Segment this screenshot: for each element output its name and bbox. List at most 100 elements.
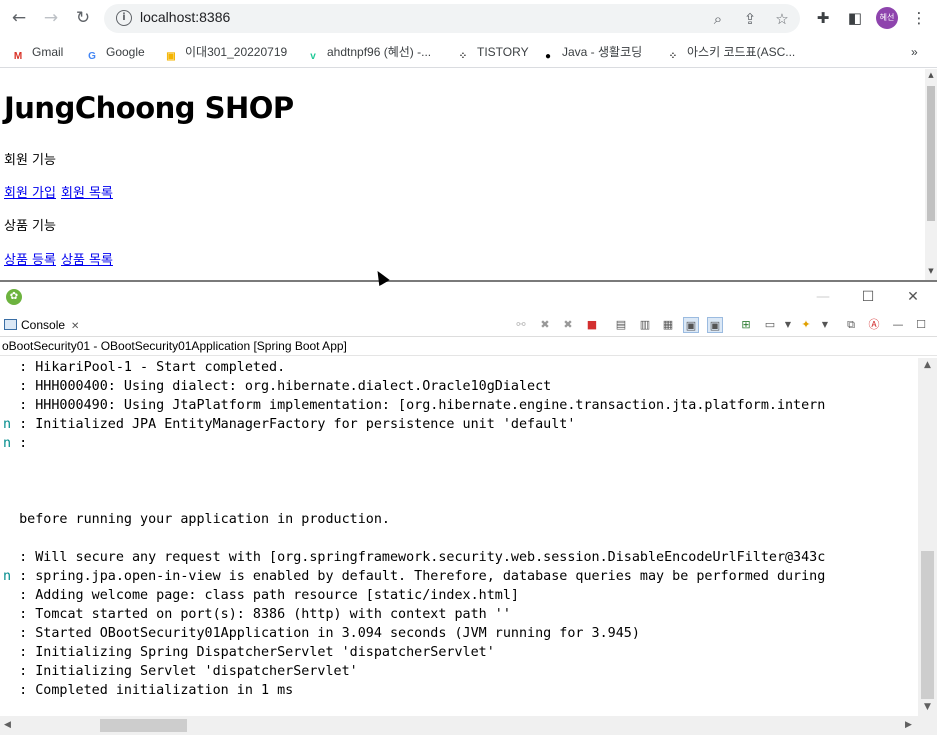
log-prefix [3, 588, 11, 603]
remove-all-icon[interactable]: ✖ [560, 317, 576, 333]
bookmark-item[interactable]: v ahdtnpf96 (혜선) -... [305, 43, 431, 62]
scroll-right-arrow-icon[interactable]: ▶ [905, 716, 912, 735]
extensions-icon[interactable]: ✚ [812, 7, 834, 29]
forward-arrow-icon[interactable]: → [40, 7, 62, 29]
scroll-thumb[interactable] [927, 86, 935, 221]
back-arrow-icon[interactable]: ← [8, 7, 30, 29]
log-prefix [3, 664, 11, 679]
clear-console-icon[interactable]: ▤ [613, 317, 629, 333]
log-text: : Completed initialization in 1 ms [19, 683, 294, 698]
bookmark-item[interactable]: ▣ 이대301_20220719 [163, 43, 288, 62]
disconnect-icon[interactable]: ⚯ [513, 317, 529, 333]
separator [0, 355, 937, 356]
web-page: JungChoong SHOP 회원 기능 회원 가입 회원 목록 상품 기능 상… [0, 69, 937, 281]
console-line: : Adding welcome page: class path resour… [3, 586, 519, 605]
console-line: : Initializing Spring DispatcherServlet … [3, 643, 495, 662]
console-output[interactable]: : HikariPool-1 - Start completed. : HHH0… [0, 358, 918, 716]
bookmark-label: TISTORY [477, 45, 529, 59]
scroll-down-arrow-icon[interactable]: ▼ [918, 702, 937, 712]
view-maximize-icon[interactable]: ☐ [913, 317, 929, 333]
copy-icon[interactable]: ⧉ [843, 317, 859, 333]
side-panel-icon[interactable]: ◧ [844, 7, 866, 29]
product-list-link[interactable]: 상품 목록 [61, 253, 113, 268]
log-text: : Tomcat started on port(s): 8386 (http)… [19, 607, 511, 622]
console-line: : Completed initialization in 1 ms [3, 681, 293, 700]
minimize-icon[interactable]: — [812, 286, 834, 308]
more-bookmarks-icon[interactable]: » [911, 43, 918, 61]
log-text: : HikariPool-1 - Start completed. [19, 360, 286, 375]
member-list-link[interactable]: 회원 목록 [61, 186, 113, 201]
bookmark-item[interactable]: G Google [84, 43, 145, 62]
console-line: : HikariPool-1 - Start completed. [3, 358, 285, 377]
gmail-icon: M [13, 51, 23, 62]
spring-boot-icon[interactable]: Ⓐ [866, 317, 882, 333]
console-vertical-scrollbar[interactable]: ▲ ▼ [918, 358, 937, 716]
log-text: : Started OBootSecurity01Application in … [19, 626, 640, 641]
scroll-up-arrow-icon[interactable]: ▲ [925, 71, 937, 79]
scroll-lock-icon[interactable]: ▥ [637, 317, 653, 333]
member-links: 회원 가입 회원 목록 [4, 182, 118, 201]
zoom-icon[interactable]: ⌕ [708, 9, 728, 29]
info-icon[interactable]: i [116, 10, 132, 26]
chevron-down-icon[interactable]: ▼ [817, 317, 833, 333]
log-text: : HHH000400: Using dialect: org.hibernat… [19, 379, 552, 394]
log-prefix [3, 398, 11, 413]
terminate-icon[interactable]: ■ [584, 317, 600, 333]
share-icon[interactable]: ⇪ [740, 9, 760, 29]
scroll-thumb[interactable] [100, 719, 187, 732]
console-line: before running your application in produ… [3, 510, 390, 529]
bookmark-item[interactable]: ⁘ TISTORY [455, 43, 529, 62]
address-bar[interactable]: i localhost:8386 ⌕ ⇪ ☆ [104, 4, 800, 33]
show-stderr-icon[interactable]: ▣ [707, 317, 723, 333]
bookmark-item[interactable]: ⁘ 아스키 코드표(ASC... [665, 43, 795, 62]
log-text: : Will secure any request with [org.spri… [19, 550, 826, 565]
log-prefix [3, 683, 11, 698]
close-icon[interactable]: ✕ [902, 286, 924, 308]
scroll-left-arrow-icon[interactable]: ◀ [4, 716, 11, 735]
bookmarks-bar: M Gmail G Google ▣ 이대301_20220719 v ahdtnpf96 (… [0, 36, 937, 68]
open-console-icon[interactable]: ✦ [798, 317, 814, 333]
word-wrap-icon[interactable]: ▦ [660, 317, 676, 333]
log-text: before running your application in produ… [11, 512, 390, 527]
spring-leaf-icon: ✿ [6, 289, 22, 305]
remove-launch-icon[interactable]: ✖ [537, 317, 553, 333]
bookmark-label: 이대301_20220719 [185, 45, 288, 59]
signup-link[interactable]: 회원 가입 [4, 186, 56, 201]
console-line: : Initializing Servlet 'dispatcherServle… [3, 662, 358, 681]
console-line: : Will secure any request with [org.spri… [3, 548, 825, 567]
console-line: : Started OBootSecurity01Application in … [3, 624, 640, 643]
show-stdout-icon[interactable]: ▣ [683, 317, 699, 333]
maximize-icon[interactable]: ☐ [857, 286, 879, 308]
scroll-up-arrow-icon[interactable]: ▲ [918, 360, 937, 370]
profile-avatar[interactable]: 혜선 [876, 7, 898, 29]
log-prefix: n [3, 569, 12, 584]
scroll-down-arrow-icon[interactable]: ▼ [925, 267, 937, 275]
product-register-link[interactable]: 상품 등록 [4, 253, 56, 268]
bookmark-label: Java - 생활코딩 [562, 45, 643, 59]
log-text: : Initializing Servlet 'dispatcherServle… [19, 664, 358, 679]
console-horizontal-scrollbar[interactable]: ◀ ▶ [0, 716, 918, 735]
bookmark-item[interactable]: ● Java - 생활코딩 [540, 43, 643, 62]
reload-icon[interactable]: ↻ [72, 7, 94, 29]
pin-console-icon[interactable]: ⊞ [738, 317, 754, 333]
log-prefix [3, 607, 11, 622]
classroom-icon: ▣ [166, 51, 176, 62]
web-page-scrollbar[interactable]: ▲ ▼ [925, 69, 937, 281]
tistory-icon: ⁘ [458, 51, 468, 62]
console-tab-label: Console [21, 318, 66, 332]
tistory-icon: ⁘ [668, 51, 678, 62]
menu-kebab-icon[interactable]: ⋮ [908, 7, 930, 29]
log-text: : HHH000490: Using JtaPlatform implement… [19, 398, 826, 413]
tab-console[interactable]: Console ✕ [4, 316, 79, 334]
tab-close-icon[interactable]: ✕ [71, 321, 79, 332]
display-selected-console-icon[interactable]: ▭ [762, 317, 778, 333]
chevron-down-icon[interactable]: ▼ [780, 317, 796, 333]
scroll-thumb[interactable] [921, 551, 934, 699]
view-minimize-icon[interactable]: — [890, 317, 906, 333]
bookmark-star-icon[interactable]: ☆ [772, 9, 792, 29]
log-prefix [3, 550, 11, 565]
bookmark-item[interactable]: M Gmail [10, 43, 64, 62]
console-tab-bar: Console ✕ ⚯ ✖ ✖ ■ ▤ ▥ ▦ ▣ ▣ ⊞ ▭ ▼ ✦ ▼ ⧉ Ⓐ… [0, 313, 937, 337]
browser-toolbar: ← → ↻ i localhost:8386 ⌕ ⇪ ☆ ✚ ◧ 혜선 ⋮ [0, 0, 937, 36]
